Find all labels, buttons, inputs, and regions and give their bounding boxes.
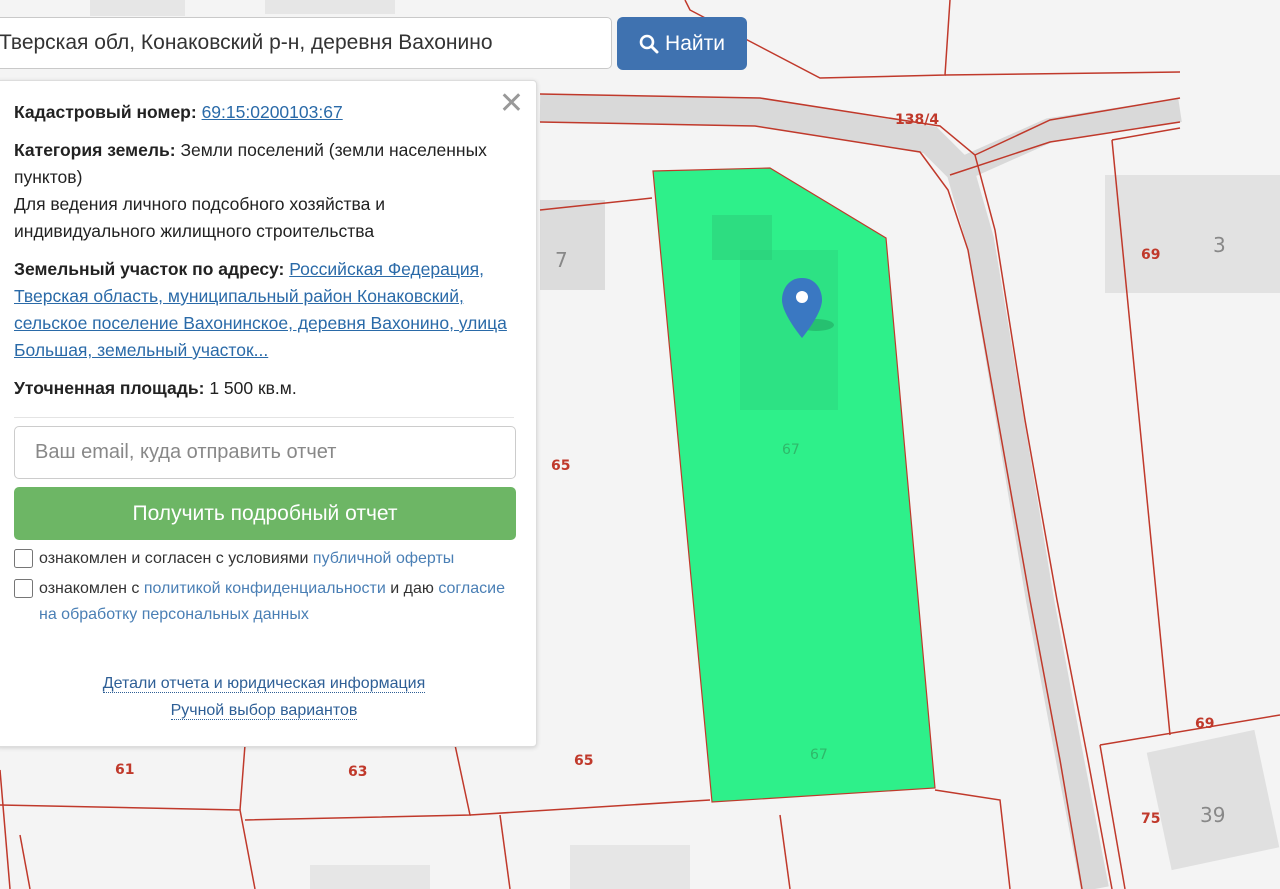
- land-usage-value: Для ведения личного подсобного хозяйства…: [14, 194, 385, 241]
- land-category-row: Категория земель: Земли поселений (земли…: [14, 137, 514, 245]
- house-number-39: 39: [1200, 803, 1225, 827]
- plot-number-7: 7: [555, 248, 568, 272]
- parcel-number-67-a: 67: [782, 442, 800, 458]
- address-label: Земельный участок по адресу:: [14, 259, 285, 279]
- manual-selection-link[interactable]: Ручной выбор вариантов: [170, 702, 358, 720]
- offer-consent-checkbox[interactable]: [14, 549, 33, 568]
- land-category-label: Категория земель:: [14, 140, 176, 160]
- privacy-consent-text: ознакомлен с политикой конфиденциальност…: [39, 576, 514, 628]
- get-report-button[interactable]: Получить подробный отчет: [14, 487, 516, 540]
- address-row: Земельный участок по адресу: Российская …: [14, 256, 514, 364]
- privacy-policy-link[interactable]: политикой конфиденциальности: [144, 580, 386, 597]
- search-button-label: Найти: [665, 31, 725, 55]
- address-search-input[interactable]: [0, 17, 612, 69]
- footer-links: Детали отчета и юридическая информация Р…: [14, 670, 514, 724]
- plot-number-61: 61: [115, 762, 134, 778]
- house-number-3: 3: [1213, 233, 1226, 257]
- parcel-number-67-b: 67: [810, 747, 828, 763]
- search-icon: [639, 34, 659, 53]
- parcel-info-panel: ✕ Кадастровый номер: 69:15:0200103:67 Ка…: [0, 80, 537, 747]
- road-label: 138/4: [895, 112, 939, 128]
- privacy-consent-checkbox[interactable]: [14, 579, 33, 598]
- offer-consent-row: ознакомлен и согласен с условиями публич…: [14, 546, 514, 572]
- cadastral-number-label: Кадастровый номер:: [14, 102, 197, 122]
- plot-number-65-a: 65: [551, 458, 570, 474]
- plot-number-75: 75: [1141, 811, 1160, 827]
- plot-number-69-a: 69: [1141, 247, 1160, 263]
- search-button[interactable]: Найти: [617, 17, 747, 70]
- public-offer-link[interactable]: публичной оферты: [313, 550, 454, 567]
- area-label: Уточненная площадь:: [14, 378, 205, 398]
- plot-number-65-b: 65: [574, 753, 593, 769]
- area-row: Уточненная площадь: 1 500 кв.м.: [14, 375, 514, 402]
- area-value: 1 500 кв.м.: [209, 378, 297, 398]
- email-input[interactable]: [14, 426, 516, 479]
- privacy-consent-prefix: ознакомлен с: [39, 580, 140, 597]
- privacy-consent-mid: и даю: [390, 580, 434, 597]
- report-details-link[interactable]: Детали отчета и юридическая информация: [102, 675, 426, 693]
- cadastral-number-row: Кадастровый номер: 69:15:0200103:67: [14, 99, 514, 126]
- plot-number-69-b: 69: [1195, 716, 1214, 732]
- offer-consent-text: ознакомлен и согласен с условиями публич…: [39, 546, 454, 572]
- close-icon[interactable]: ✕: [499, 89, 524, 119]
- cadastral-number-link[interactable]: 69:15:0200103:67: [202, 102, 343, 122]
- privacy-consent-row: ознакомлен с политикой конфиденциальност…: [14, 576, 514, 628]
- divider: [14, 417, 514, 418]
- offer-consent-label: ознакомлен и согласен с условиями: [39, 550, 309, 567]
- plot-number-63: 63: [348, 764, 367, 780]
